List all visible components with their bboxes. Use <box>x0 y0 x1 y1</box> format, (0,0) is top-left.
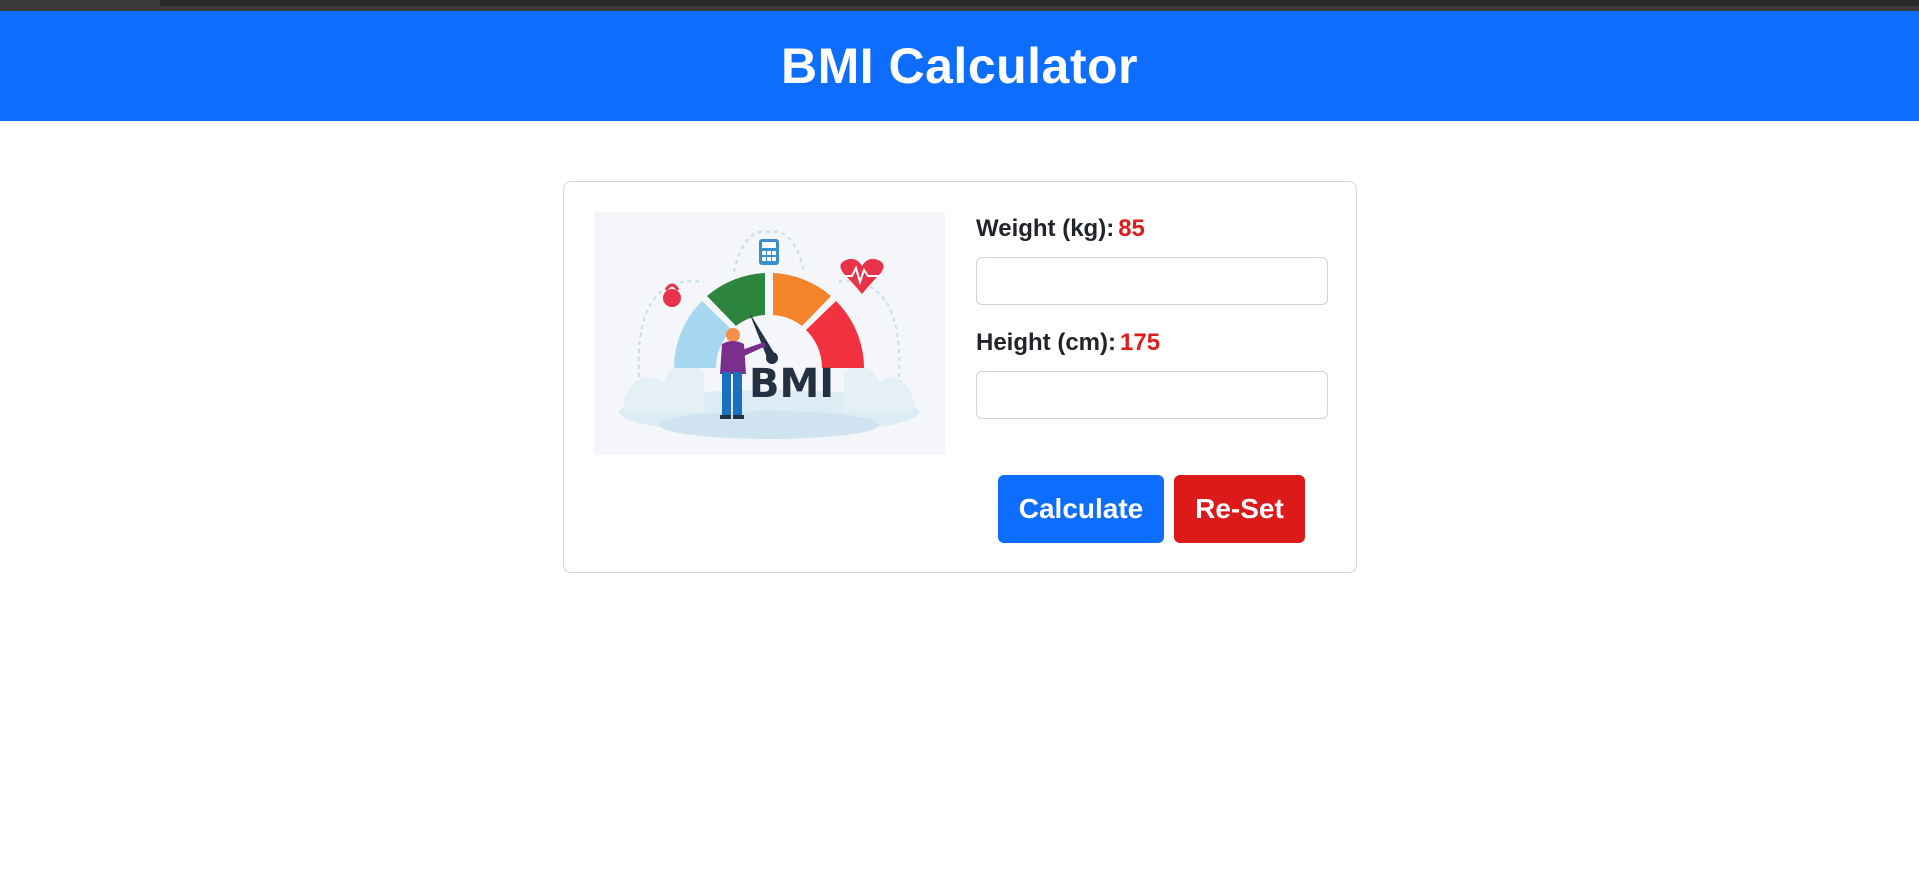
page-title: BMI Calculator <box>780 38 1139 94</box>
app-header: BMI Calculator <box>0 11 1919 121</box>
weight-label: Weight (kg): <box>976 215 1115 242</box>
heart-rate-icon <box>840 258 884 294</box>
height-value: 175 <box>1120 329 1161 356</box>
browser-tab-strip <box>160 0 1919 6</box>
bmi-card: BMI Weight (kg): 85 Height (cm): 175 Cal… <box>563 181 1357 573</box>
calculator-icon <box>759 239 779 265</box>
height-input[interactable] <box>976 371 1328 419</box>
weight-label-row: Weight (kg): 85 <box>976 212 1328 246</box>
kettlebell-icon <box>663 283 681 307</box>
bmi-illustration-graphic: BMI <box>619 230 919 439</box>
height-label: Height (cm): <box>976 329 1116 356</box>
height-label-row: Height (cm): 175 <box>976 326 1328 360</box>
calculate-button[interactable]: Calculate <box>998 475 1164 543</box>
action-buttons: Calculate Re-Set <box>998 475 1305 543</box>
bmi-illustration: BMI <box>594 212 945 455</box>
illustration-bmi-text: BMI <box>749 361 834 407</box>
browser-top-strip <box>0 0 1919 11</box>
weight-input[interactable] <box>976 257 1328 305</box>
reset-button[interactable]: Re-Set <box>1174 475 1305 543</box>
weight-value: 85 <box>1118 215 1145 242</box>
bmi-form: Weight (kg): 85 Height (cm): 175 Calculate… <box>976 212 1328 543</box>
